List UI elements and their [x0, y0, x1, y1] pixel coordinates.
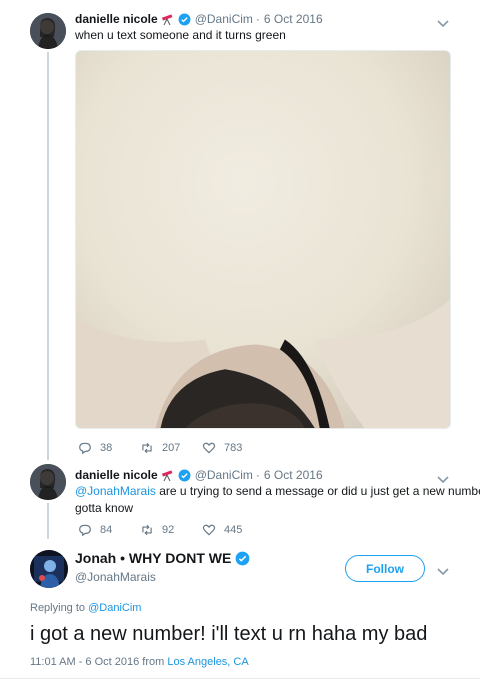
- user-name[interactable]: Jonah • WHY DONT WE: [75, 550, 231, 566]
- thread-line-2: [47, 503, 49, 539]
- user-handle[interactable]: @DaniCim: [195, 12, 253, 26]
- reply-count: 38: [100, 442, 113, 454]
- reply-button[interactable]: 38: [78, 441, 140, 455]
- location-link[interactable]: Los Angeles, CA: [167, 656, 248, 668]
- user-handle[interactable]: @JonahMarais: [75, 570, 156, 584]
- user-name[interactable]: danielle nicole: [75, 468, 158, 482]
- heart-icon: [202, 524, 216, 536]
- thread-line-1: [47, 52, 49, 460]
- tweet-date[interactable]: 6 Oct 2016: [264, 468, 323, 482]
- retweet-icon: [142, 524, 152, 536]
- tweet-text-line: are u trying to send a message or did u …: [155, 484, 480, 498]
- divider: [0, 678, 480, 679]
- tweet-header: danielle nicole @DaniCim · 6 Oct 2016: [75, 12, 323, 26]
- tweet-text-line: gotta know: [75, 501, 134, 515]
- tweet-text: when u text someone and it turns green: [75, 28, 286, 42]
- replying-to: Replying to @DaniCim: [30, 602, 141, 614]
- separator: ·: [255, 468, 260, 482]
- main-tweet-text: i got a new number! i'll text u rn haha …: [30, 623, 428, 645]
- like-button[interactable]: 783: [202, 441, 264, 455]
- telescope-icon: [161, 469, 175, 482]
- tweet-actions: 84 92 445: [78, 523, 264, 537]
- verified-badge-icon: [178, 469, 191, 482]
- tweet-actions: 38 207 783: [78, 441, 264, 455]
- chevron-down-icon[interactable]: [436, 472, 450, 484]
- user-name[interactable]: danielle nicole: [75, 12, 158, 26]
- avatar[interactable]: [30, 464, 66, 500]
- like-button[interactable]: 445: [202, 523, 264, 537]
- retweet-button[interactable]: 207: [140, 441, 202, 455]
- reply-button[interactable]: 84: [78, 523, 140, 537]
- chevron-down-icon[interactable]: [436, 16, 450, 28]
- replying-label: Replying to: [30, 602, 89, 614]
- tweet-date[interactable]: 6 Oct 2016: [264, 12, 323, 26]
- retweet-count: 207: [162, 442, 181, 454]
- mention-link[interactable]: @JonahMarais: [75, 484, 156, 498]
- tweet-photo[interactable]: [75, 50, 451, 429]
- reply-icon: [79, 442, 91, 455]
- follow-button[interactable]: Follow: [345, 555, 425, 582]
- verified-badge-icon: [178, 13, 191, 26]
- verified-badge-icon: [235, 551, 250, 566]
- like-count: 783: [224, 442, 243, 454]
- avatar[interactable]: [30, 550, 68, 588]
- chevron-down-icon[interactable]: [436, 564, 450, 576]
- retweet-icon: [142, 442, 152, 454]
- separator: ·: [255, 12, 260, 26]
- retweet-button[interactable]: 92: [140, 523, 202, 537]
- tweet-meta: 11:01 AM - 6 Oct 2016 from Los Angeles, …: [30, 656, 249, 668]
- reply-icon: [79, 524, 91, 537]
- timestamp[interactable]: 11:01 AM - 6 Oct 2016 from: [30, 656, 167, 668]
- heart-icon: [202, 442, 216, 454]
- retweet-count: 92: [162, 524, 175, 536]
- user-handle[interactable]: @DaniCim: [195, 468, 253, 482]
- telescope-icon: [161, 13, 175, 26]
- tweet-text: @JonahMarais are u trying to send a mess…: [75, 483, 480, 517]
- like-count: 445: [224, 524, 243, 536]
- avatar[interactable]: [30, 13, 66, 49]
- mention-link[interactable]: @DaniCim: [88, 602, 141, 614]
- reply-count: 84: [100, 524, 113, 536]
- tweet-header: danielle nicole @DaniCim · 6 Oct 2016: [75, 468, 323, 482]
- main-tweet-header: Jonah • WHY DONT WE: [75, 550, 250, 566]
